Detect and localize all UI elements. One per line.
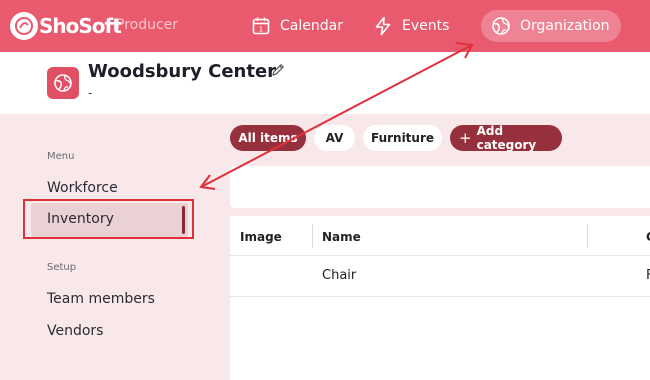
annotation-arrow bbox=[199, 42, 474, 190]
